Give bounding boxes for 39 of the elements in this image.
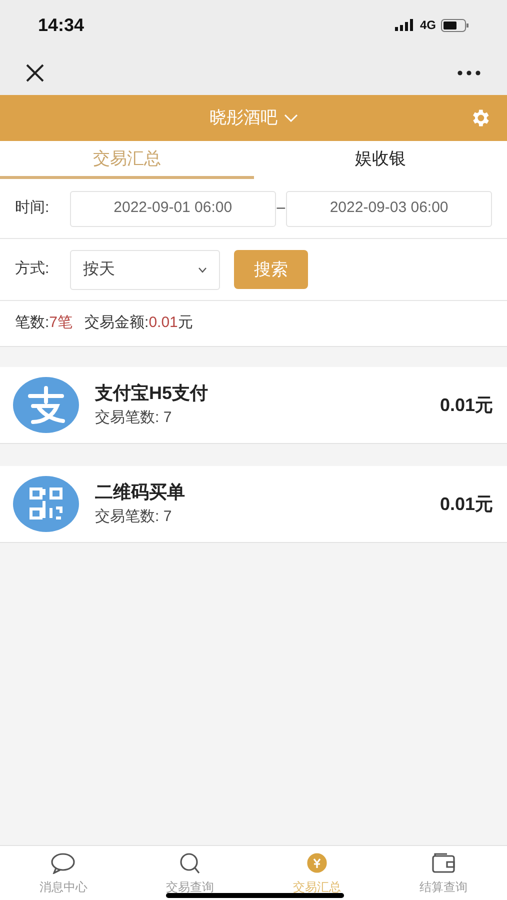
- alipay-logo-icon: [13, 376, 79, 434]
- payment-card[interactable]: 二维码买单 交易笔数: 7 0.01元: [0, 466, 507, 543]
- battery-icon: [441, 18, 469, 32]
- payment-amount: 0.01元: [440, 492, 493, 516]
- close-icon[interactable]: [26, 64, 44, 82]
- amount-label: 交易金额:: [84, 313, 149, 334]
- mode-label: 方式:: [15, 259, 50, 280]
- chevron-down-icon: [198, 266, 207, 272]
- clock-time: 14:34: [38, 14, 84, 36]
- count-value: 7笔: [49, 313, 73, 334]
- network-type: 4G: [420, 17, 436, 34]
- mode-value: 按天: [83, 260, 115, 280]
- payment-card[interactable]: 支付宝H5支付 交易笔数: 7 0.01元: [0, 367, 507, 444]
- end-date-field[interactable]: 2022-09-03 06:00: [286, 190, 492, 226]
- wallet-icon: [430, 852, 457, 874]
- date-separator: –: [276, 198, 286, 218]
- payment-name: 二维码买单: [95, 481, 186, 504]
- qr-code-icon: [13, 475, 79, 533]
- time-label: 时间:: [15, 198, 50, 218]
- search-button[interactable]: 搜索: [234, 250, 308, 289]
- amount-value: 0.01: [148, 313, 178, 334]
- chevron-down-icon: [284, 114, 298, 122]
- tab[interactable]: 娱收银: [254, 141, 507, 179]
- store-selector[interactable]: 晓彤酒吧: [210, 105, 298, 131]
- nav-tab[interactable]: 消息中心: [0, 846, 127, 900]
- nav-tab[interactable]: 交易查询: [126, 846, 254, 900]
- nav-tab[interactable]: 结算查询: [380, 846, 507, 900]
- chat-bubble-icon: [50, 852, 76, 874]
- count-label: 笔数:: [15, 313, 50, 334]
- more-icon[interactable]: [457, 70, 481, 76]
- transaction-count: 交易笔数: 7: [95, 408, 173, 428]
- start-date-field[interactable]: 2022-09-01 06:00: [70, 190, 276, 226]
- transaction-count: 交易笔数: 7: [95, 507, 173, 528]
- nav-tab[interactable]: 交易汇总: [254, 846, 380, 900]
- payment-name: 支付宝H5支付: [95, 382, 210, 406]
- signal-icon: [394, 19, 415, 31]
- mode-dropdown[interactable]: 按天: [70, 250, 220, 290]
- amount-unit: 元: [178, 313, 193, 334]
- payment-amount: 0.01元: [440, 394, 493, 416]
